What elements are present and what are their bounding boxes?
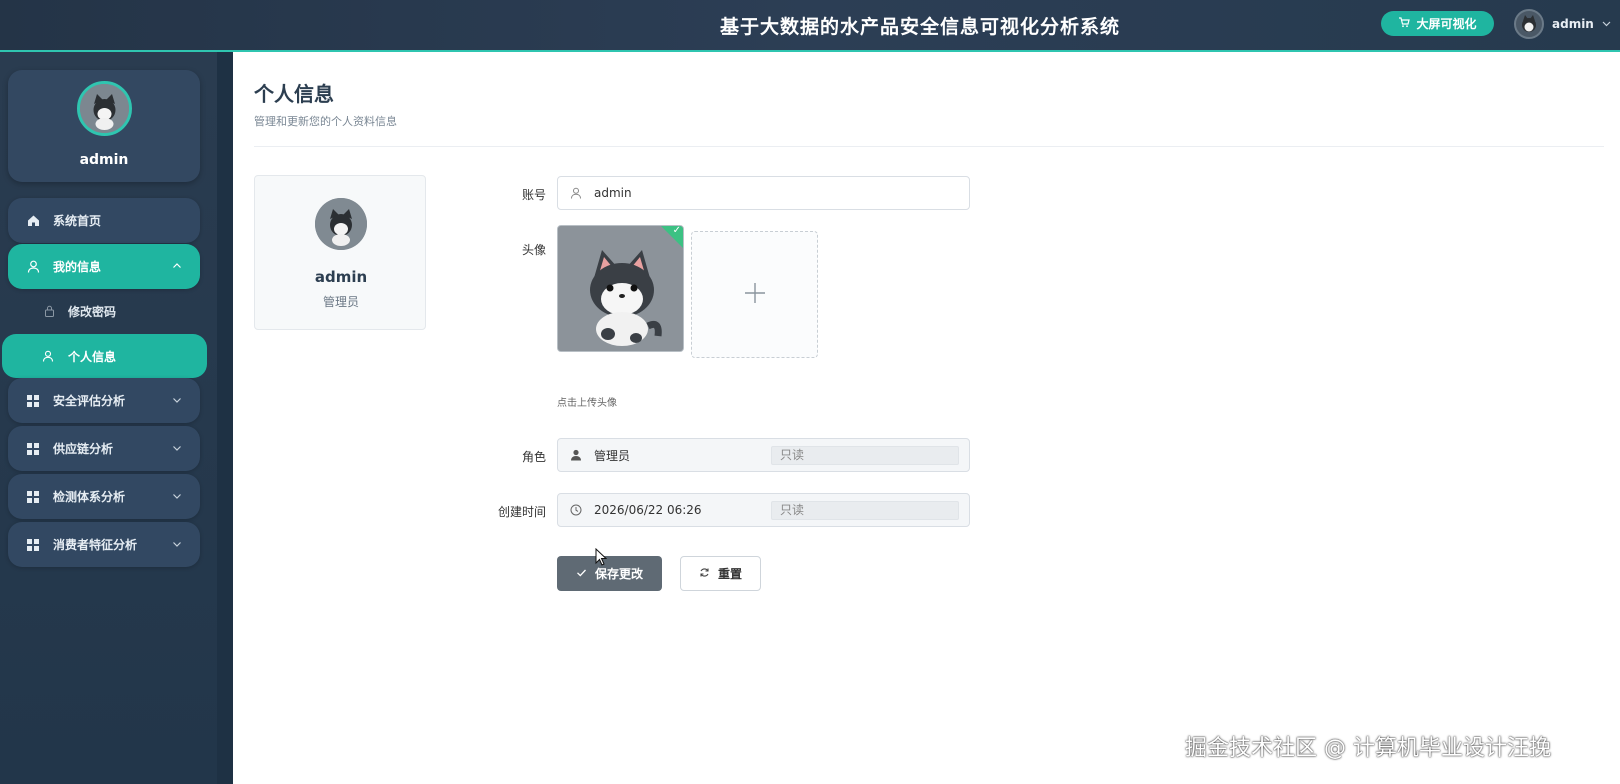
role-label: 角色: [521, 450, 546, 464]
sidebar-item-label: 供应链分析: [53, 442, 114, 456]
grid-icon: [26, 394, 40, 408]
cart-icon: [1398, 16, 1411, 31]
watermark: 掘金技术社区 @ 计算机毕业设计汪挽: [1185, 736, 1551, 761]
sidebar-item-change-password[interactable]: 修改密码: [8, 291, 200, 331]
avatar: [315, 198, 367, 250]
sidebar-item-my-info[interactable]: 我的信息: [8, 244, 200, 289]
mouse-cursor-icon: [595, 547, 608, 570]
chevron-down-icon: [172, 490, 182, 504]
home-icon: [26, 214, 40, 228]
sidebar-item-label: 修改密码: [68, 304, 117, 319]
bigscreen-button[interactable]: 大屏可视化: [1381, 11, 1494, 36]
sidebar-edge: [217, 52, 233, 784]
refresh-icon: [699, 567, 710, 581]
bigscreen-label: 大屏可视化: [1416, 17, 1477, 31]
avatar-upload-button[interactable]: [691, 231, 818, 358]
sidebar-item-label: 个人信息: [68, 349, 117, 364]
user-menu[interactable]: admin: [1514, 7, 1611, 41]
lock-icon: [44, 305, 55, 317]
chevron-down-icon: [1602, 17, 1611, 31]
sidebar-profile-card: admin: [8, 70, 200, 182]
created-time-value: 2026/06/22 06:26: [594, 503, 702, 517]
divider: [254, 146, 1604, 147]
avatar: [77, 81, 132, 136]
sidebar-item-inspection[interactable]: 检测体系分析: [8, 474, 200, 519]
check-icon: ✓: [672, 225, 681, 236]
user-summary-card: admin 管理员: [254, 175, 426, 330]
user-card-name: admin: [314, 268, 368, 286]
page-subtitle: 管理和更新您的个人资料信息: [254, 115, 397, 128]
reset-button[interactable]: 重置: [680, 556, 761, 591]
grid-icon: [26, 538, 40, 552]
user-icon: [570, 187, 584, 199]
chevron-down-icon: [172, 394, 182, 408]
sidebar-item-supply-chain[interactable]: 供应链分析: [8, 426, 200, 471]
upload-tip: 点击上传头像: [557, 398, 617, 409]
created-time-label: 创建时间: [497, 505, 546, 519]
grid-icon: [26, 490, 40, 504]
sidebar-item-safety-analysis[interactable]: 安全评估分析: [8, 378, 200, 423]
user-icon: [42, 350, 54, 362]
role-value: 管理员: [594, 448, 631, 463]
save-button[interactable]: 保存更改: [557, 556, 662, 591]
avatar-label: 头像: [521, 243, 546, 257]
sidebar-item-label: 安全评估分析: [53, 394, 126, 408]
sidebar-username: admin: [79, 152, 129, 168]
user-card-role: 管理员: [322, 295, 359, 309]
person-icon: [570, 449, 584, 461]
sidebar-item-label: 我的信息: [53, 260, 102, 274]
readonly-badge: 只读: [771, 446, 959, 465]
chevron-up-icon: [172, 260, 182, 274]
avatar: [1514, 9, 1544, 39]
chevron-down-icon: [172, 442, 182, 456]
account-label: 账号: [521, 188, 546, 202]
clock-icon: [570, 504, 584, 516]
reset-button-label: 重置: [717, 567, 742, 581]
sidebar-item-consumer[interactable]: 消费者特征分析: [8, 522, 200, 567]
check-icon: [576, 567, 587, 581]
plus-icon: [744, 277, 766, 312]
grid-icon: [26, 442, 40, 456]
sidebar-item-home[interactable]: 系统首页: [8, 198, 200, 243]
user-icon: [26, 260, 40, 274]
sidebar-item-profile[interactable]: 个人信息: [2, 334, 207, 378]
avatar-preview[interactable]: ✓: [557, 225, 684, 352]
page-title: 个人信息: [254, 82, 334, 106]
account-value: admin: [594, 186, 632, 200]
top-bar: 基于大数据的水产品安全信息可视化分析系统 大屏可视化 admin: [0, 0, 1620, 52]
role-field[interactable]: 管理员 只读: [557, 438, 970, 472]
sidebar-item-label: 消费者特征分析: [53, 538, 138, 552]
readonly-badge: 只读: [771, 501, 959, 520]
chevron-down-icon: [172, 538, 182, 552]
app-title: 基于大数据的水产品安全信息可视化分析系统: [719, 16, 1120, 38]
username: admin: [1552, 17, 1594, 31]
sidebar-item-label: 系统首页: [53, 214, 102, 228]
sidebar-item-label: 检测体系分析: [53, 490, 126, 504]
account-field[interactable]: admin: [557, 176, 970, 210]
created-time-field[interactable]: 2026/06/22 06:26 只读: [557, 493, 970, 527]
